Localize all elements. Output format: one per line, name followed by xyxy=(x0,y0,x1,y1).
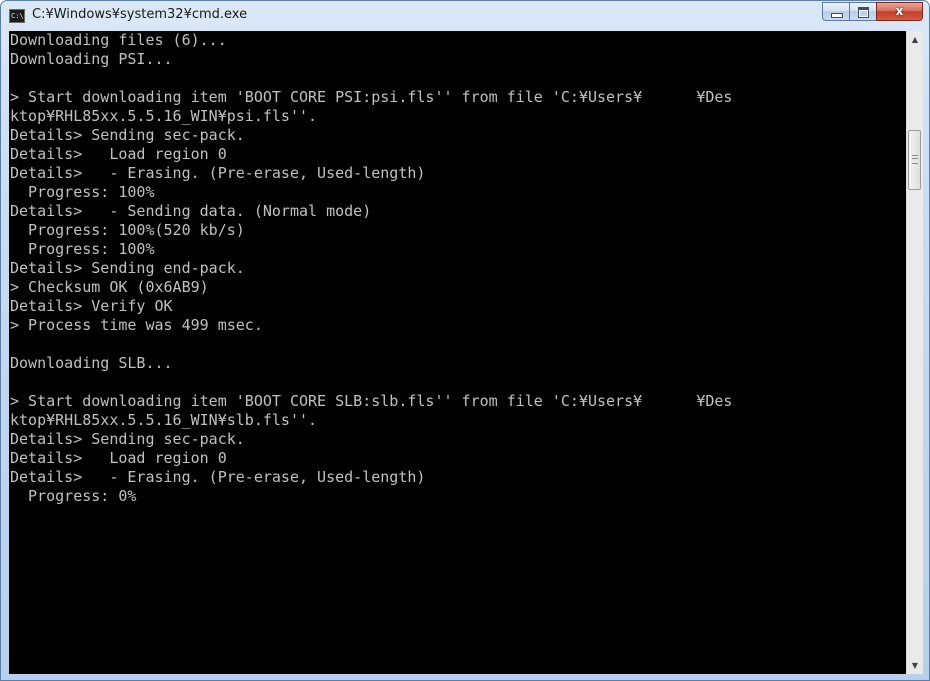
cmd-icon[interactable]: C:\ xyxy=(9,9,25,23)
console-line: Downloading SLB... xyxy=(10,354,173,372)
console-line: Details> Verify OK xyxy=(10,297,173,315)
console-line: Details> Sending sec-pack. xyxy=(10,126,245,144)
console-line: Progress: 0% xyxy=(10,487,137,505)
scroll-up-arrow-icon[interactable]: ▲ xyxy=(907,31,923,48)
scroll-down-arrow-icon[interactable]: ▼ xyxy=(907,657,923,674)
console-line: Details> - Erasing. (Pre-erase, Used-len… xyxy=(10,164,426,182)
console-line: Progress: 100% xyxy=(10,240,155,258)
console-line: Details> Sending end-pack. xyxy=(10,259,245,277)
console-line: ktop¥RHL85xx.5.5.16_WIN¥psi.fls''. xyxy=(10,107,318,125)
console-line: Downloading files (6)... xyxy=(10,31,227,49)
vertical-scrollbar[interactable]: ▲ ▼ xyxy=(906,31,923,674)
cmd-window: C:\ C:¥Windows¥system32¥cmd.exe x Downlo… xyxy=(0,0,930,681)
console-line: Details> - Sending data. (Normal mode) xyxy=(10,202,372,220)
console-line: Details> Load region 0 xyxy=(10,449,227,467)
console-line: > Process time was 499 msec. xyxy=(10,316,263,334)
minimize-button[interactable] xyxy=(822,2,849,21)
console-line: > Start downloading item 'BOOT CORE SLB:… xyxy=(10,392,733,410)
console-line: Progress: 100% xyxy=(10,183,155,201)
console-line: Details> Sending sec-pack. xyxy=(10,430,245,448)
close-button[interactable]: x xyxy=(876,2,923,21)
maximize-icon xyxy=(858,7,869,18)
maximize-button[interactable] xyxy=(849,2,876,21)
console-line: Details> - Erasing. (Pre-erase, Used-len… xyxy=(10,468,426,486)
console-line: Details> Load region 0 xyxy=(10,145,227,163)
console-line: > Checksum OK (0x6AB9) xyxy=(10,278,209,296)
console-lines: Downloading files (6)... Downloading PSI.… xyxy=(9,31,906,506)
console-line: Progress: 100%(520 kb/s) xyxy=(10,221,245,239)
caption-buttons: x xyxy=(822,2,923,21)
window-title: C:¥Windows¥system32¥cmd.exe xyxy=(32,7,248,22)
scroll-thumb[interactable] xyxy=(908,130,921,190)
console-line: Downloading PSI... xyxy=(10,50,173,68)
minimize-icon xyxy=(831,13,843,18)
console-output[interactable]: Downloading files (6)... Downloading PSI.… xyxy=(9,31,906,674)
console-line: ktop¥RHL85xx.5.5.16_WIN¥slb.fls''. xyxy=(10,411,318,429)
title-bar[interactable]: C:\ C:¥Windows¥system32¥cmd.exe x xyxy=(1,1,929,31)
console-line: > Start downloading item 'BOOT CORE PSI:… xyxy=(10,88,733,106)
grip-icon xyxy=(912,155,918,164)
close-icon: x xyxy=(895,4,904,18)
